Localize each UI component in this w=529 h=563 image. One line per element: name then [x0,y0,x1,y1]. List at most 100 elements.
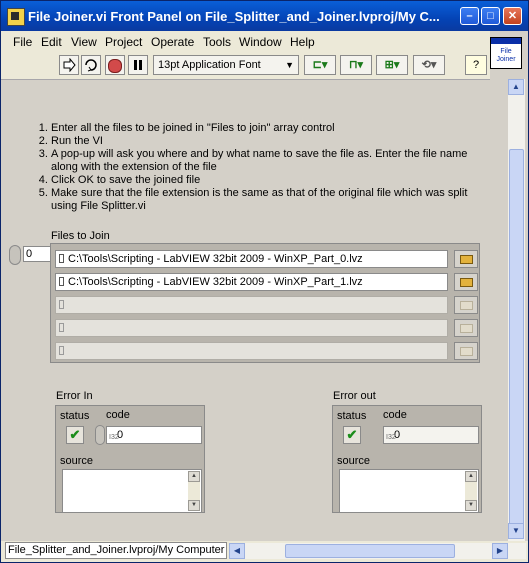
context-help-glyph: ? [472,59,480,71]
run-continuously-glyph [85,59,97,72]
run-arrow-glyph [63,57,76,73]
files-to-join-label: Files to Join [51,230,110,242]
run-continuously-icon[interactable] [81,55,101,75]
index-value[interactable]: 0 [23,246,51,262]
vi-icon-banner [491,38,521,44]
error-in-status-checkbox[interactable]: ✔ [66,426,84,444]
path-row: C:\Tools\Scripting - LabVIEW 32bit 2009 … [55,250,478,268]
scroll-up-icon[interactable]: ▲ [188,471,200,482]
scroll-left-icon[interactable]: ◀ [229,543,245,559]
align-objects-icon[interactable]: ⊏▾ [304,55,336,75]
maximize-button[interactable]: □ [481,7,500,25]
path-field[interactable]: C:\Tools\Scripting - LabVIEW 32bit 2009 … [55,250,448,268]
error-in-source-field[interactable]: ▲ ▼ [62,469,202,513]
error-in-code-field[interactable]: I32 0 [106,426,202,444]
vi-connector-icon[interactable]: File Joiner [490,37,522,69]
reorder-icon[interactable]: ⟲▾ [413,55,445,75]
abort-icon[interactable] [105,55,125,75]
horizontal-scroll-thumb[interactable] [285,544,455,558]
font-select-value: 13pt Application Font [158,59,261,71]
vi-app-icon[interactable] [7,8,25,26]
checkmark-icon: ✔ [69,427,81,442]
pause-icon[interactable] [128,55,148,75]
error-in-status-label: status [60,410,90,422]
code-spinner[interactable] [95,425,105,445]
browse-button[interactable] [454,273,478,291]
menu-edit[interactable]: Edit [41,35,62,49]
index-spinner[interactable] [9,245,21,265]
error-out-status-indicator: ✔ [343,426,361,444]
context-help-icon[interactable]: ? [465,55,487,75]
bottom-bar: File_Splitter_and_Joiner.lvproj/My Compu… [1,541,528,562]
source-scrollbar[interactable]: ▲ ▼ [188,471,200,511]
path-field[interactable] [55,342,448,360]
error-in-source-label: source [60,455,94,467]
project-context-label: File_Splitter_and_Joiner.lvproj/My Compu… [5,542,227,559]
menu-project[interactable]: Project [105,35,142,49]
checkmark-icon: ✔ [346,427,358,442]
pause-bar-left [134,60,137,70]
scroll-down-icon[interactable]: ▼ [188,500,200,511]
horizontal-scrollbar[interactable]: ◀ ▶ [229,543,526,559]
distribute-glyph: ⊓▾ [348,59,364,71]
error-out-cluster: status code ✔ I32 0 source ▲ ▼ [332,405,482,513]
path-icon [59,254,64,263]
vertical-scrollbar[interactable]: ▲ ▼ [508,79,525,541]
files-to-join-array: C:\Tools\Scripting - LabVIEW 32bit 2009 … [50,243,480,363]
browse-button[interactable] [454,250,478,268]
resize-objects-icon[interactable]: ⊞▾ [376,55,408,75]
error-out-status-label: status [337,410,367,422]
path-field[interactable]: C:\Tools\Scripting - LabVIEW 32bit 2009 … [55,273,448,291]
folder-icon [460,255,473,264]
browse-button[interactable] [454,342,478,360]
instruction-item: Click OK to save the joined file [51,174,477,187]
browse-button[interactable] [454,296,478,314]
reorder-glyph: ⟲▾ [421,59,437,71]
vertical-scroll-thumb[interactable] [509,149,524,529]
menu-file[interactable]: File [13,35,32,49]
abort-glyph [108,59,122,73]
numeric-type-icon: I32 [386,434,396,441]
font-select[interactable]: 13pt Application Font ▼ [153,55,299,75]
align-glyph: ⊏▾ [312,59,328,71]
instruction-item: Make sure that the file extension is the… [51,187,477,213]
path-row [55,342,478,360]
vi-icon-line1: File [500,48,512,55]
menu-window[interactable]: Window [239,35,282,49]
source-scrollbar[interactable]: ▲ ▼ [465,471,477,511]
scroll-down-icon[interactable]: ▼ [465,500,477,511]
browse-button[interactable] [454,319,478,337]
pause-bar-right [139,60,142,70]
scroll-up-icon[interactable]: ▲ [465,471,477,482]
scroll-up-icon[interactable]: ▲ [508,79,524,95]
menu-help[interactable]: Help [290,35,315,49]
path-field[interactable] [55,296,448,314]
path-field[interactable] [55,319,448,337]
vi-icon-line2: Joiner [496,56,516,63]
distribute-objects-icon[interactable]: ⊓▾ [340,55,372,75]
error-in-code-label: code [106,409,130,421]
menu-view[interactable]: View [71,35,97,49]
folder-icon [460,324,473,333]
scroll-down-icon[interactable]: ▼ [508,523,524,539]
scroll-right-icon[interactable]: ▶ [492,543,508,559]
path-icon [59,323,64,332]
menu-tools[interactable]: Tools [203,35,231,49]
path-icon [59,300,64,309]
path-value: C:\Tools\Scripting - LabVIEW 32bit 2009 … [68,253,363,265]
path-row [55,319,478,337]
error-out-code-field: I32 0 [383,426,479,444]
error-out-code-label: code [383,409,407,421]
numeric-type-icon: I32 [109,434,119,441]
run-arrow-icon[interactable] [59,55,79,75]
title-bar[interactable]: File Joiner.vi Front Panel on File_Split… [1,1,528,31]
path-row [55,296,478,314]
array-index-control[interactable]: 0 [9,245,51,265]
close-button[interactable]: ✕ [503,7,522,25]
instruction-item: A pop-up will ask you where and by what … [51,148,477,174]
resize-glyph: ⊞▾ [384,59,400,71]
menu-operate[interactable]: Operate [151,35,194,49]
minimize-button[interactable]: – [460,7,479,25]
folder-icon [460,301,473,310]
instruction-item: Enter all the files to be joined in "Fil… [51,122,477,135]
